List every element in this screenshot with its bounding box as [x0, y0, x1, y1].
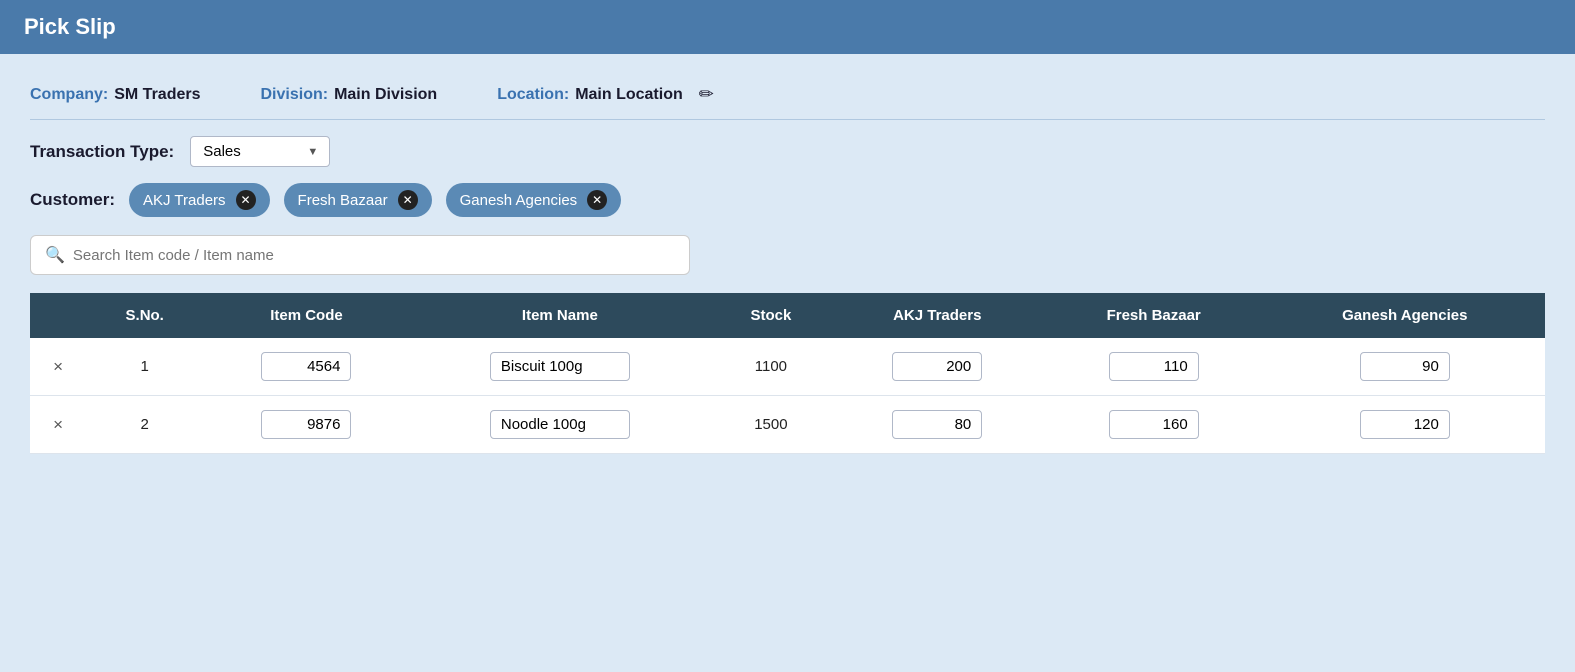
row-sno-1: 2 — [86, 396, 203, 454]
row-item-name-0[interactable] — [410, 338, 710, 396]
row-delete-1[interactable]: × — [30, 396, 86, 454]
th-fresh-bazaar: Fresh Bazaar — [1043, 293, 1265, 338]
th-sno: S.No. — [86, 293, 203, 338]
division-info: Division: Main Division — [261, 86, 438, 104]
transaction-type-select-wrapper[interactable]: Sales Purchase Transfer — [190, 136, 330, 167]
th-item-name: Item Name — [410, 293, 710, 338]
item-code-input-0[interactable] — [261, 352, 351, 381]
table-wrapper: S.No. Item Code Item Name Stock AKJ Trad… — [30, 293, 1545, 454]
table-row: × 2 1500 — [30, 396, 1545, 454]
items-table: S.No. Item Code Item Name Stock AKJ Trad… — [30, 293, 1545, 454]
transaction-type-label: Transaction Type: — [30, 142, 174, 162]
th-ganesh-agencies: Ganesh Agencies — [1265, 293, 1545, 338]
search-icon: 🔍 — [45, 245, 65, 265]
fresh-input-0[interactable] — [1109, 352, 1199, 381]
customer-tag-ganesh: Ganesh Agencies ✕ — [446, 183, 622, 217]
edit-icon[interactable]: ✏ — [699, 84, 714, 105]
row-ganesh-0[interactable] — [1265, 338, 1545, 396]
row-fresh-0[interactable] — [1043, 338, 1265, 396]
th-item-code: Item Code — [203, 293, 409, 338]
fresh-input-1[interactable] — [1109, 410, 1199, 439]
location-info: Location: Main Location ✏ — [497, 84, 714, 105]
row-item-code-1[interactable] — [203, 396, 409, 454]
row-ganesh-1[interactable] — [1265, 396, 1545, 454]
row-fresh-1[interactable] — [1043, 396, 1265, 454]
row-item-name-1[interactable] — [410, 396, 710, 454]
division-label: Division: — [261, 86, 329, 104]
delete-icon-0[interactable]: × — [53, 357, 63, 376]
table-row: × 1 1100 — [30, 338, 1545, 396]
customer-tag-ganesh-name: Ganesh Agencies — [460, 192, 578, 209]
company-info: Company: SM Traders — [30, 86, 201, 104]
location-label: Location: — [497, 86, 569, 104]
customer-tag-ganesh-close[interactable]: ✕ — [587, 190, 607, 210]
customer-tag-akj-close[interactable]: ✕ — [236, 190, 256, 210]
page-title: Pick Slip — [24, 14, 1551, 40]
akj-input-1[interactable] — [892, 410, 982, 439]
akj-input-0[interactable] — [892, 352, 982, 381]
company-value: SM Traders — [114, 86, 200, 104]
row-sno-0: 1 — [86, 338, 203, 396]
customer-tag-fresh-name: Fresh Bazaar — [298, 192, 388, 209]
item-name-input-0[interactable] — [490, 352, 630, 381]
info-row: Company: SM Traders Division: Main Divis… — [30, 74, 1545, 120]
th-akj-traders: AKJ Traders — [832, 293, 1043, 338]
row-akj-1[interactable] — [832, 396, 1043, 454]
search-bar[interactable]: 🔍 — [30, 235, 690, 275]
customer-label: Customer: — [30, 190, 115, 210]
item-code-input-1[interactable] — [261, 410, 351, 439]
customer-tag-akj-name: AKJ Traders — [143, 192, 226, 209]
row-stock-0: 1100 — [710, 338, 832, 396]
delete-icon-1[interactable]: × — [53, 415, 63, 434]
customer-tag-fresh-close[interactable]: ✕ — [398, 190, 418, 210]
title-bar: Pick Slip — [0, 0, 1575, 54]
transaction-row: Transaction Type: Sales Purchase Transfe… — [30, 136, 1545, 167]
th-delete — [30, 293, 86, 338]
row-stock-1: 1500 — [710, 396, 832, 454]
row-delete-0[interactable]: × — [30, 338, 86, 396]
division-value: Main Division — [334, 86, 437, 104]
main-content: Company: SM Traders Division: Main Divis… — [0, 54, 1575, 454]
transaction-type-select[interactable]: Sales Purchase Transfer — [190, 136, 330, 167]
item-name-input-1[interactable] — [490, 410, 630, 439]
ganesh-input-0[interactable] — [1360, 352, 1450, 381]
th-stock: Stock — [710, 293, 832, 338]
row-akj-0[interactable] — [832, 338, 1043, 396]
company-label: Company: — [30, 86, 108, 104]
ganesh-input-1[interactable] — [1360, 410, 1450, 439]
location-value: Main Location — [575, 86, 683, 104]
row-item-code-0[interactable] — [203, 338, 409, 396]
customer-row: Customer: AKJ Traders ✕ Fresh Bazaar ✕ G… — [30, 183, 1545, 217]
search-input[interactable] — [73, 247, 675, 264]
table-header-row: S.No. Item Code Item Name Stock AKJ Trad… — [30, 293, 1545, 338]
customer-tag-akj: AKJ Traders ✕ — [129, 183, 270, 217]
customer-tag-fresh: Fresh Bazaar ✕ — [284, 183, 432, 217]
